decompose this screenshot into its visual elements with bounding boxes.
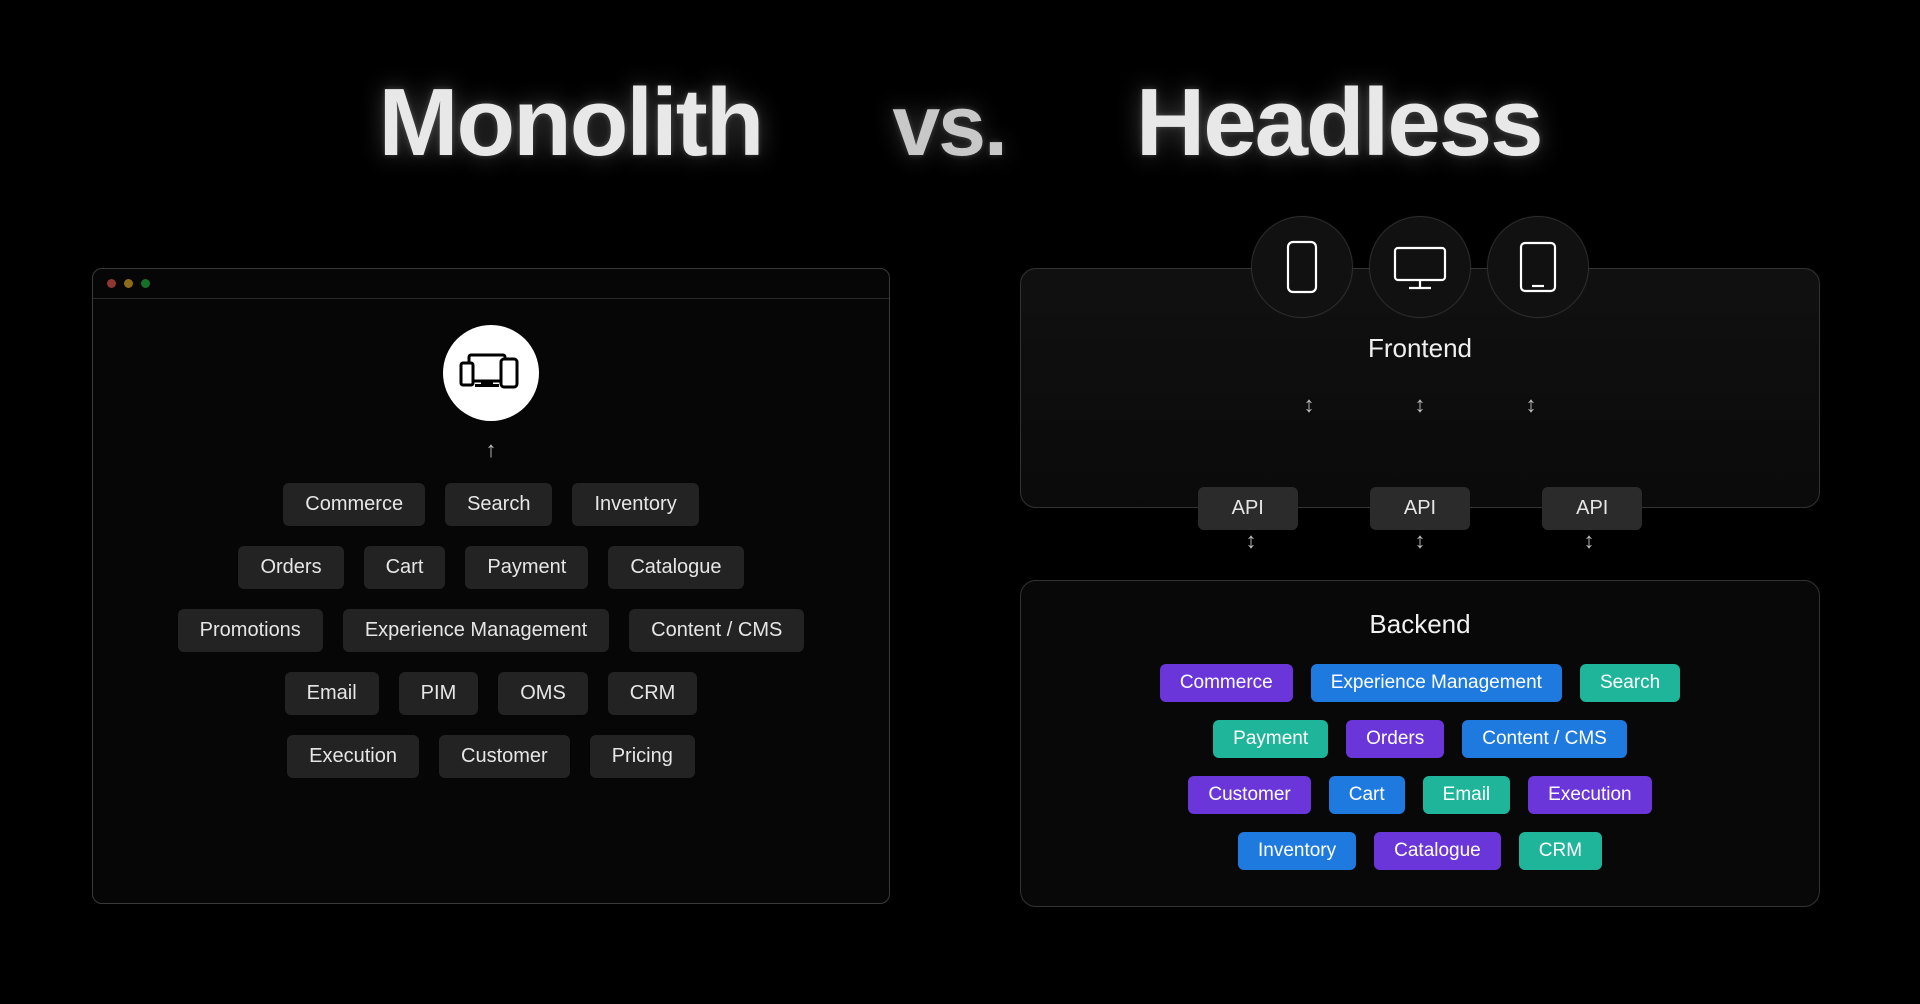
backend-pill: Catalogue <box>1374 832 1501 870</box>
monolith-body: ↑ Commerce Search Inventory Orders Cart Payme… <box>93 299 889 778</box>
devices-badge-icon <box>443 325 539 421</box>
backend-pill: Orders <box>1346 720 1444 758</box>
updown-arrow-icon: ↕ <box>1246 528 1257 554</box>
monolith-row: Promotions Experience Management Content /… <box>178 609 805 652</box>
backend-pill: Cart <box>1329 776 1405 814</box>
backend-pill: Inventory <box>1238 832 1356 870</box>
phone-icon <box>1251 216 1353 318</box>
backend-pill: Experience Management <box>1311 664 1562 702</box>
monolith-chip: Orders <box>238 546 343 589</box>
titles-row: Monolith vs. Headless <box>0 68 1920 178</box>
backend-label: Backend <box>1369 609 1470 640</box>
updown-arrow-icon: ↕ <box>1415 528 1426 554</box>
monolith-row: Email PIM OMS CRM <box>285 672 698 715</box>
monolith-chip: PIM <box>399 672 479 715</box>
monolith-chip: OMS <box>498 672 588 715</box>
backend-pill: Email <box>1423 776 1511 814</box>
monolith-chip: Catalogue <box>608 546 743 589</box>
backend-row: Customer Cart Email Execution <box>1188 776 1651 814</box>
monolith-chip: Inventory <box>572 483 698 526</box>
monolith-chip: Email <box>285 672 379 715</box>
backend-pill: Payment <box>1213 720 1328 758</box>
device-icons-row <box>1251 216 1589 318</box>
tablet-icon <box>1487 216 1589 318</box>
api-chip: API <box>1198 487 1298 530</box>
monolith-window: ↑ Commerce Search Inventory Orders Cart Payme… <box>92 268 890 904</box>
backend-pill: Commerce <box>1160 664 1293 702</box>
monolith-chip: Promotions <box>178 609 323 652</box>
backend-card: Backend Commerce Experience Management Sea… <box>1020 580 1820 907</box>
monolith-chip: Payment <box>465 546 588 589</box>
title-monolith: Monolith <box>379 68 763 178</box>
updown-arrow-icon: ↕ <box>1415 392 1426 418</box>
monolith-chip: Commerce <box>283 483 425 526</box>
backend-row: Inventory Catalogue CRM <box>1238 832 1602 870</box>
title-headless: Headless <box>1136 68 1542 178</box>
monolith-chip-rows: Commerce Search Inventory Orders Cart Payment… <box>178 483 805 778</box>
monolith-chip: Experience Management <box>343 609 609 652</box>
monolith-chip: Customer <box>439 735 570 778</box>
mid-arrow-row: ↕ ↕ ↕ <box>1020 528 1820 554</box>
monolith-row: Execution Customer Pricing <box>287 735 695 778</box>
desktop-icon <box>1369 216 1471 318</box>
backend-pill: Search <box>1580 664 1680 702</box>
updown-arrow-icon: ↕ <box>1584 528 1595 554</box>
backend-pill: Customer <box>1188 776 1310 814</box>
diagram-stage: Monolith vs. Headless ↑ Commerce Search In… <box>0 0 1920 1004</box>
updown-arrow-icon: ↕ <box>1304 392 1315 418</box>
monolith-chip: Execution <box>287 735 419 778</box>
window-titlebar <box>93 269 889 299</box>
monolith-chip: Content / CMS <box>629 609 804 652</box>
updown-arrow-icon: ↑ <box>486 437 497 463</box>
backend-pill: Execution <box>1528 776 1651 814</box>
backend-row: Payment Orders Content / CMS <box>1213 720 1627 758</box>
backend-pill: Content / CMS <box>1462 720 1627 758</box>
monolith-chip: Search <box>445 483 552 526</box>
frontend-arrow-row: ↕ ↕ ↕ <box>1304 392 1537 418</box>
window-zoom-dot-icon <box>141 279 150 288</box>
api-row: API API API <box>1021 487 1819 530</box>
updown-arrow-icon: ↕ <box>1526 392 1537 418</box>
monolith-chip: Pricing <box>590 735 695 778</box>
monolith-row: Orders Cart Payment Catalogue <box>238 546 743 589</box>
window-close-dot-icon <box>107 279 116 288</box>
backend-pill-rows: Commerce Experience Management Search Payme… <box>1061 664 1779 870</box>
api-chip: API <box>1370 487 1470 530</box>
monolith-chip: CRM <box>608 672 698 715</box>
backend-row: Commerce Experience Management Search <box>1160 664 1680 702</box>
frontend-label: Frontend <box>1368 333 1472 364</box>
monolith-chip: Cart <box>364 546 446 589</box>
monolith-row: Commerce Search Inventory <box>283 483 698 526</box>
api-chip: API <box>1542 487 1642 530</box>
backend-pill: CRM <box>1519 832 1602 870</box>
title-vs: vs. <box>892 77 1006 176</box>
window-minimize-dot-icon <box>124 279 133 288</box>
